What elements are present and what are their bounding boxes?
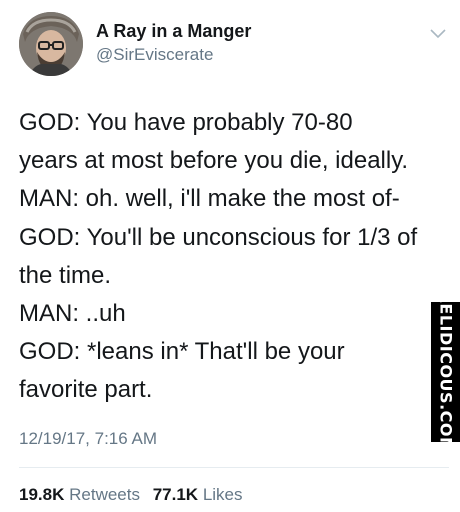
author-handle[interactable]: @SirEviscerate	[96, 45, 213, 65]
watermark-text: RELIDICOUS.COM	[436, 302, 455, 442]
tweet-line: GOD: *leans in* That'll be your	[19, 338, 345, 366]
tweet-line: years at most before you die, ideally.	[19, 147, 409, 175]
author-display-name[interactable]: A Ray in a Manger	[96, 21, 251, 42]
tweet-line: MAN: ..uh	[19, 300, 126, 328]
tweet-text: GOD: You have probably 70-80 years at mo…	[19, 104, 419, 410]
likes-count: 77.1K	[152, 485, 199, 504]
tweet-line: GOD: You'll be unconscious for 1/3 of	[19, 223, 418, 251]
retweets-label: Retweets	[69, 485, 140, 504]
retweets-count: 19.8K	[19, 485, 65, 504]
tweet-line: favorite part.	[19, 376, 153, 404]
likes-label: Likes	[202, 485, 243, 504]
retweets-stat[interactable]: 19.8K Retweets	[19, 485, 153, 504]
avatar[interactable]	[19, 12, 83, 76]
chevron-down-icon[interactable]	[430, 26, 446, 39]
watermark: RELIDICOUS.COM	[431, 302, 460, 442]
likes-stat[interactable]: 77.1K Likes	[153, 485, 251, 504]
tweet-line: GOD: You have probably 70-80	[19, 109, 353, 136]
tweet-line: the time.	[19, 261, 112, 289]
divider	[19, 467, 449, 468]
tweet-stats: 19.8K Retweets 77.1K Likes	[19, 485, 251, 505]
avatar-photo	[19, 12, 83, 76]
tweet-timestamp[interactable]: 12/19/17, 7:16 AM	[19, 429, 157, 449]
tweet-line: MAN: oh. well, i'll make the most of-	[19, 185, 400, 213]
